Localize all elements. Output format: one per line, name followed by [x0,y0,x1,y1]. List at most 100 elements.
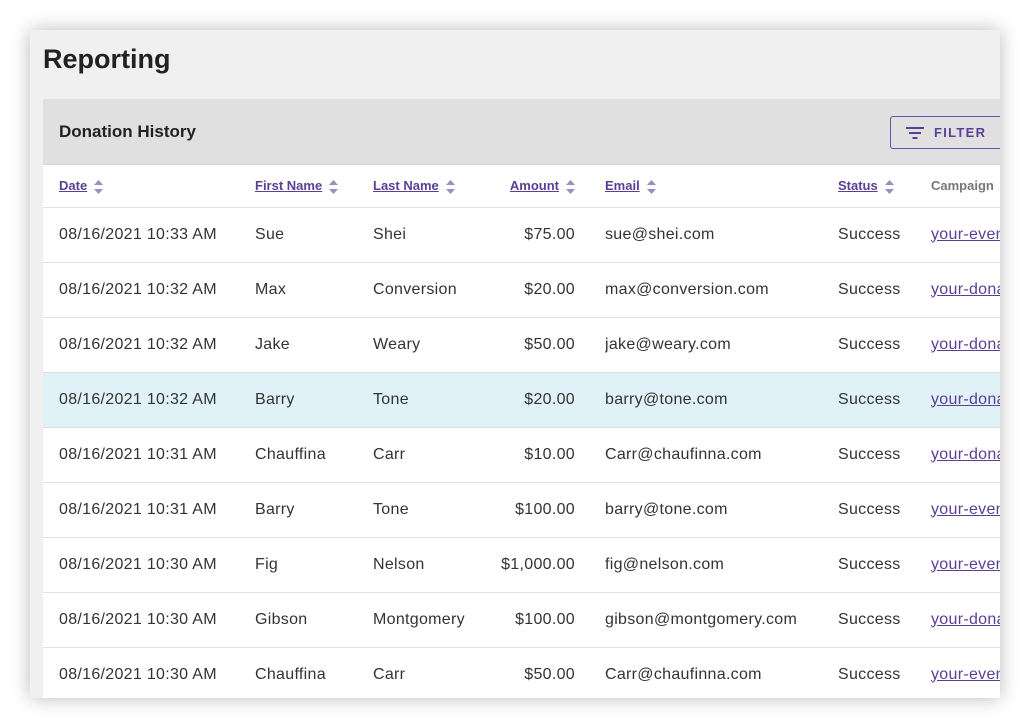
cell-status: Success [838,482,931,538]
cell-last-name: Conversion [373,262,497,318]
sort-icon[interactable] [94,179,104,194]
cell-amount: $100.00 [497,592,575,648]
campaign-link[interactable]: your-dona [931,611,1000,628]
table-row[interactable]: 08/16/2021 10:33 AM Sue Shei $75.00 sue@shei… [43,207,1000,263]
sort-icon[interactable] [445,179,455,194]
cell-email: Carr@chaufinna.com [605,427,838,483]
campaign-link[interactable]: your-even [931,226,1000,243]
cell-email: max@conversion.com [605,262,838,318]
column-header-status[interactable]: Status [838,165,931,208]
campaign-link[interactable]: your-dona [931,446,1000,463]
cell-amount: $50.00 [497,317,575,373]
table-row[interactable]: 08/16/2021 10:32 AM Jake Weary $50.00 jake@w… [43,317,1000,373]
column-header-campaign: Campaign [931,165,1000,208]
table-row[interactable]: 08/16/2021 10:32 AM Barry Tone $20.00 barry@… [43,372,1000,428]
cell-campaign: your-even [931,537,1000,593]
filter-button[interactable]: FILTER [890,116,1000,149]
cell-first-name: Sue [255,207,373,263]
cell-campaign: your-even [931,647,1000,698]
cell-amount: $50.00 [497,647,575,698]
cell-status: Success [838,427,931,483]
cell-campaign: your-dona [931,372,1000,428]
cell-date: 08/16/2021 10:30 AM [59,592,255,648]
table-row[interactable]: 08/16/2021 10:31 AM Barry Tone $100.00 barry… [43,482,1000,538]
column-header-first-name[interactable]: First Name [255,165,373,208]
cell-email: fig@nelson.com [605,537,838,593]
cell-email: sue@shei.com [605,207,838,263]
cell-date: 08/16/2021 10:33 AM [59,207,255,263]
cell-date: 08/16/2021 10:32 AM [59,262,255,318]
campaign-link[interactable]: your-even [931,501,1000,518]
cell-last-name: Weary [373,317,497,373]
cell-status: Success [838,647,931,698]
cell-first-name: Barry [255,372,373,428]
cell-campaign: your-dona [931,592,1000,648]
column-header-email[interactable]: Email [605,165,838,208]
cell-last-name: Carr [373,647,497,698]
sort-icon[interactable] [646,179,656,194]
column-header-date[interactable]: Date [59,165,255,208]
table-row[interactable]: 08/16/2021 10:31 AM Chauffina Carr $10.00 Ca… [43,427,1000,483]
cell-status: Success [838,372,931,428]
page-title: Reporting [43,44,171,74]
cell-first-name: Chauffina [255,647,373,698]
cell-date: 08/16/2021 10:32 AM [59,372,255,428]
cell-first-name: Max [255,262,373,318]
column-header-last-name[interactable]: Last Name [373,165,497,208]
cell-campaign: your-even [931,482,1000,538]
cell-email: barry@tone.com [605,482,838,538]
table-row[interactable]: 08/16/2021 10:30 AM Fig Nelson $1,000.00 fig… [43,537,1000,593]
cell-campaign: your-dona [931,427,1000,483]
sort-icon[interactable] [884,179,894,194]
cell-last-name: Montgomery [373,592,497,648]
filter-button-label: FILTER [934,125,987,140]
table-row[interactable]: 08/16/2021 10:30 AM Chauffina Carr $50.00 Ca… [43,647,1000,698]
campaign-link[interactable]: your-dona [931,281,1000,298]
cell-first-name: Gibson [255,592,373,648]
cell-email: barry@tone.com [605,372,838,428]
cell-amount: $100.00 [497,482,575,538]
campaign-link[interactable]: your-even [931,556,1000,573]
cell-amount: $20.00 [497,262,575,318]
campaign-link[interactable]: your-dona [931,391,1000,408]
sort-icon[interactable] [566,179,575,194]
table-header-row: Date First Name Last Name Amount Email S… [43,165,1000,208]
cell-first-name: Barry [255,482,373,538]
cell-amount: $1,000.00 [497,537,575,593]
cell-email: jake@weary.com [605,317,838,373]
cell-date: 08/16/2021 10:31 AM [59,427,255,483]
cell-last-name: Shei [373,207,497,263]
cell-campaign: your-dona [931,262,1000,318]
cell-amount: $20.00 [497,372,575,428]
card-header: Donation History FILTER [43,99,1000,165]
campaign-link[interactable]: your-dona [931,336,1000,353]
cell-date: 08/16/2021 10:32 AM [59,317,255,373]
campaign-link[interactable]: your-even [931,666,1000,683]
cell-status: Success [838,537,931,593]
filter-icon [906,126,924,139]
cell-last-name: Tone [373,482,497,538]
cell-first-name: Jake [255,317,373,373]
column-header-amount[interactable]: Amount [497,165,575,208]
cell-last-name: Tone [373,372,497,428]
cell-campaign: your-dona [931,317,1000,373]
cell-campaign: your-even [931,207,1000,263]
table-row[interactable]: 08/16/2021 10:32 AM Max Conversion $20.00 ma… [43,262,1000,318]
donation-table: Date First Name Last Name Amount Email S… [43,165,1000,698]
donation-history-card: Donation History FILTER Date First Name … [43,99,1000,698]
table-row[interactable]: 08/16/2021 10:30 AM Gibson Montgomery $100.… [43,592,1000,648]
cell-amount: $75.00 [497,207,575,263]
cell-first-name: Chauffina [255,427,373,483]
sort-icon[interactable] [329,179,339,194]
cell-email: gibson@montgomery.com [605,592,838,648]
cell-status: Success [838,207,931,263]
cell-email: Carr@chaufinna.com [605,647,838,698]
reporting-window: Reporting Donation History FILTER Date F… [30,30,1000,698]
cell-first-name: Fig [255,537,373,593]
cell-date: 08/16/2021 10:30 AM [59,647,255,698]
cell-status: Success [838,262,931,318]
cell-last-name: Nelson [373,537,497,593]
cell-date: 08/16/2021 10:31 AM [59,482,255,538]
cell-date: 08/16/2021 10:30 AM [59,537,255,593]
card-title: Donation History [59,122,196,141]
